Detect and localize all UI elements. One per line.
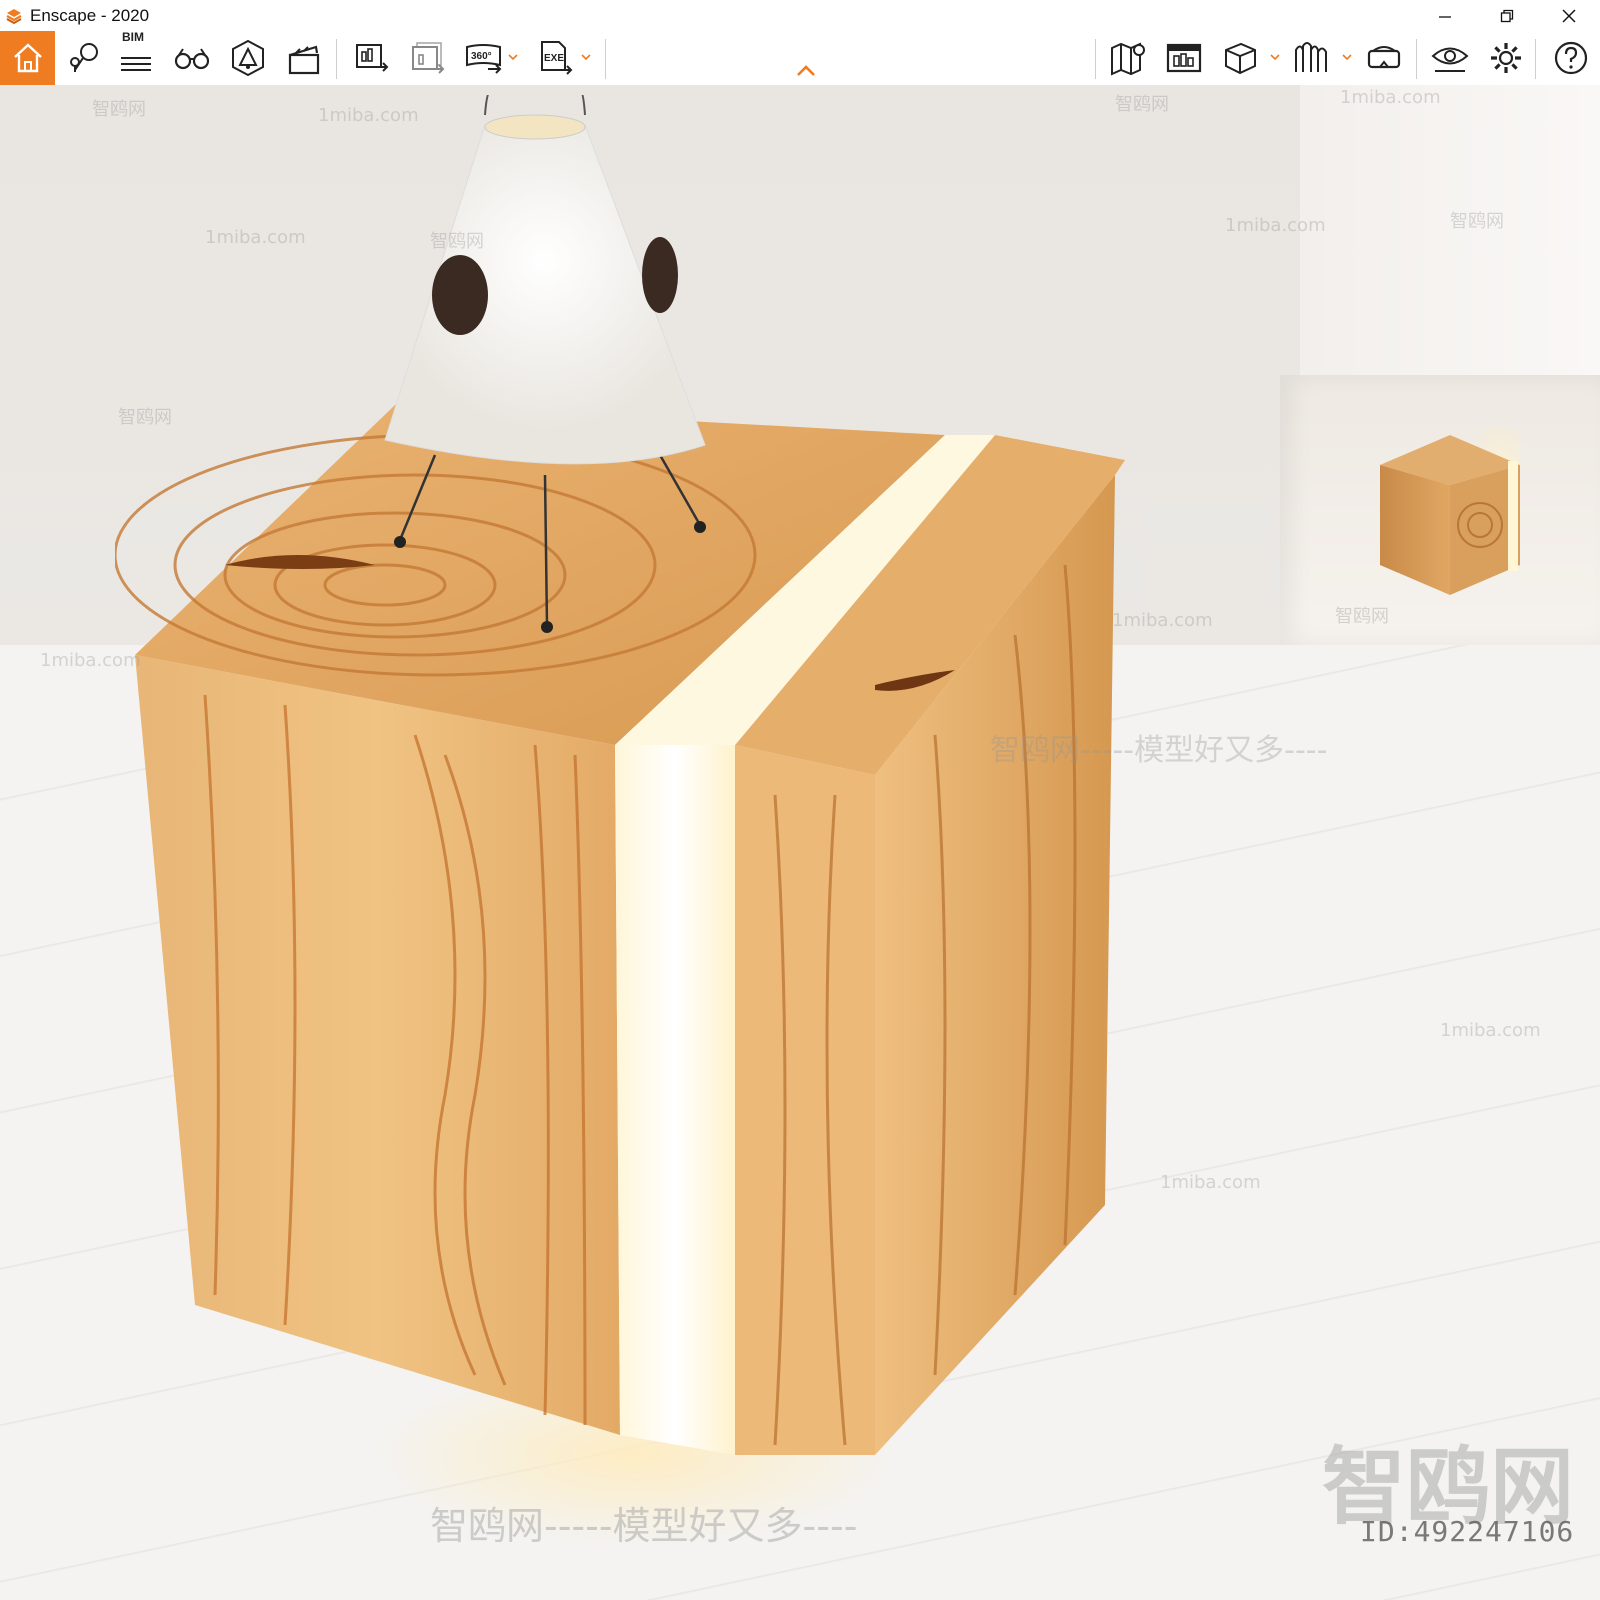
svg-text:EXE: EXE bbox=[544, 53, 564, 64]
vr-headset-button[interactable] bbox=[1358, 31, 1410, 85]
screenshot-button[interactable] bbox=[346, 31, 398, 85]
watermark-url: 1miba.com bbox=[1112, 610, 1213, 631]
watermark-cn: 智鸥网 bbox=[118, 407, 172, 428]
panorama-360-icon: 360° bbox=[466, 44, 502, 74]
cube-icon bbox=[1225, 42, 1256, 75]
watermark-url: 1miba.com bbox=[1340, 87, 1441, 108]
watermark-cn: 智鸥网 bbox=[1335, 606, 1389, 627]
chevron-down-icon bbox=[1270, 54, 1280, 60]
object-lock-button[interactable] bbox=[222, 31, 274, 85]
watermark-cn: 智鸥网 bbox=[1450, 211, 1504, 232]
watermark-cn: 智鸥网 bbox=[430, 231, 484, 252]
restore-button[interactable] bbox=[1476, 0, 1538, 31]
wood-cube-lamp bbox=[115, 95, 1125, 1545]
title-bar: Enscape - 2020 bbox=[0, 0, 1600, 31]
asset-library-icon bbox=[1295, 42, 1327, 72]
window-title: Enscape - 2020 bbox=[30, 5, 150, 25]
screenshot-export-icon bbox=[356, 44, 389, 72]
batch-render-button[interactable] bbox=[402, 31, 454, 85]
small-wood-cube-lamp bbox=[1380, 425, 1520, 595]
watermark-url: 1miba.com bbox=[40, 650, 141, 671]
watermark-id: ID:492247106 bbox=[1360, 1515, 1575, 1548]
watermark-url: 1miba.com bbox=[1225, 215, 1326, 236]
chevron-down-icon bbox=[581, 54, 591, 60]
visual-settings-eye-icon bbox=[1431, 47, 1469, 72]
asset-library-button[interactable] bbox=[1285, 31, 1337, 85]
minimize-button[interactable] bbox=[1414, 0, 1476, 31]
home-button[interactable] bbox=[0, 31, 55, 85]
render-viewport[interactable]: 智鸥网 1miba.com 智鸥网 1miba.com 1miba.com 智鸥… bbox=[0, 85, 1600, 1600]
cube-button[interactable] bbox=[1214, 31, 1266, 85]
close-button[interactable] bbox=[1538, 0, 1600, 31]
minimize-icon bbox=[1439, 15, 1451, 18]
help-button[interactable] bbox=[1545, 31, 1597, 85]
bim-icon bbox=[121, 57, 151, 71]
chevron-down-icon bbox=[508, 54, 518, 60]
visual-settings-button[interactable] bbox=[1424, 31, 1476, 85]
map-icon bbox=[1111, 42, 1145, 76]
enscape-logo-icon bbox=[4, 6, 24, 26]
watermark-url: 1miba.com bbox=[318, 105, 419, 126]
watermark-url: 1miba.com bbox=[1160, 1172, 1261, 1193]
location-button[interactable] bbox=[57, 31, 109, 85]
view-management-button[interactable] bbox=[1158, 31, 1210, 85]
watermark-slogan: 智鸥网-----模型好又多---- bbox=[990, 733, 1328, 768]
vr-headset-icon bbox=[1367, 46, 1401, 69]
binoculars-icon bbox=[174, 48, 210, 70]
exe-export-dropdown[interactable] bbox=[579, 50, 593, 64]
svg-text:360°: 360° bbox=[471, 51, 492, 62]
help-icon bbox=[1554, 41, 1588, 75]
watermark-cn: 智鸥网 bbox=[92, 99, 146, 120]
gear-icon bbox=[1491, 43, 1521, 73]
watermark-url: 1miba.com bbox=[205, 227, 306, 248]
close-icon bbox=[1562, 9, 1576, 22]
settings-button[interactable] bbox=[1480, 31, 1532, 85]
map-button[interactable] bbox=[1102, 31, 1154, 85]
bim-button[interactable]: BIM bbox=[110, 30, 162, 85]
home-icon bbox=[13, 43, 42, 73]
view-management-icon bbox=[1166, 43, 1202, 73]
object-lock-icon bbox=[232, 39, 264, 77]
video-editor-button[interactable] bbox=[278, 31, 330, 85]
panorama-button[interactable]: 360° bbox=[458, 31, 510, 85]
panorama-dropdown[interactable] bbox=[506, 50, 520, 64]
exe-export-icon: EXE bbox=[541, 41, 573, 75]
clapperboard-icon bbox=[288, 45, 320, 75]
location-pin-icon bbox=[70, 43, 98, 72]
batch-render-icon bbox=[412, 42, 445, 74]
walk-mode-button[interactable] bbox=[166, 31, 218, 85]
chevron-down-icon bbox=[1342, 54, 1352, 60]
collapse-toolbar-icon[interactable] bbox=[796, 64, 816, 78]
watermark-cn: 智鸥网 bbox=[1115, 94, 1169, 115]
exe-export-button[interactable]: EXE bbox=[530, 31, 582, 85]
watermark-slogan-bottom: 智鸥网-----模型好又多---- bbox=[430, 1504, 858, 1548]
bim-label: BIM bbox=[122, 30, 144, 44]
restore-icon bbox=[1500, 9, 1514, 22]
asset-library-dropdown[interactable] bbox=[1340, 50, 1354, 64]
cube-dropdown[interactable] bbox=[1268, 50, 1282, 64]
watermark-url: 1miba.com bbox=[1440, 1020, 1541, 1041]
